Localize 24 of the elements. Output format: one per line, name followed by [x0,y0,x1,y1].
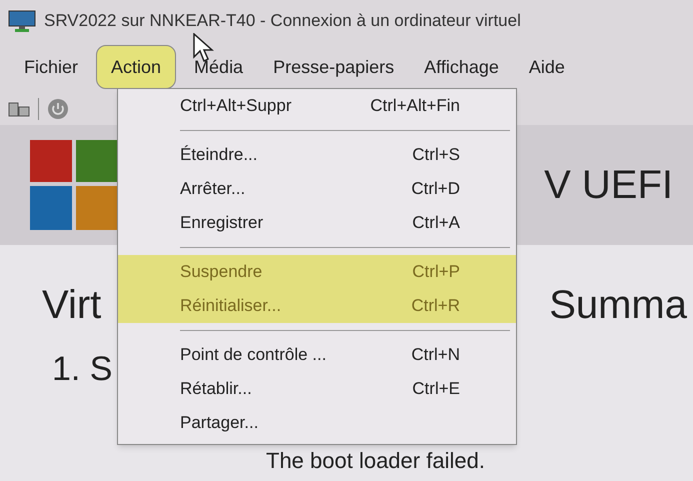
menu-option[interactable]: Suspendre Ctrl+P [118,255,516,289]
menu-item[interactable]: Action [96,45,176,89]
menu-option[interactable]: Rétablir... Ctrl+E [118,372,516,406]
menu-item[interactable]: Affichage [412,45,511,89]
monitor-icon [8,9,36,33]
heading-text: Summa [549,282,687,329]
windows-icon[interactable] [8,100,30,118]
menu-option[interactable]: Partager... [118,406,516,440]
menu-item[interactable]: Aide [516,45,577,89]
menu-option[interactable]: Réinitialiser... Ctrl+R [118,289,516,323]
list-item-text: 1. S [52,349,112,389]
error-message: The boot loader failed. [266,449,485,473]
menu-option[interactable]: Ctrl+Alt+Suppr Ctrl+Alt+Fin [118,89,516,123]
header-title: V UEFI [544,162,673,209]
heading-text: Virt [42,282,102,329]
menu-option[interactable]: Éteindre... Ctrl+S [118,138,516,172]
menu-item[interactable]: Média [182,45,256,89]
menu-item[interactable]: Presse-papiers [261,45,406,89]
menu-option[interactable]: Arrêter... Ctrl+D [118,172,516,206]
menu-item[interactable]: Fichier [12,45,90,89]
menu-option[interactable]: Point de contrôle ... Ctrl+N [118,338,516,372]
menu-option[interactable]: Enregistrer Ctrl+A [118,206,516,240]
window-title: SRV2022 sur NNKEAR-T40 - Connexion à un ordinateur virtuel [44,11,521,31]
power-icon[interactable] [47,98,69,120]
